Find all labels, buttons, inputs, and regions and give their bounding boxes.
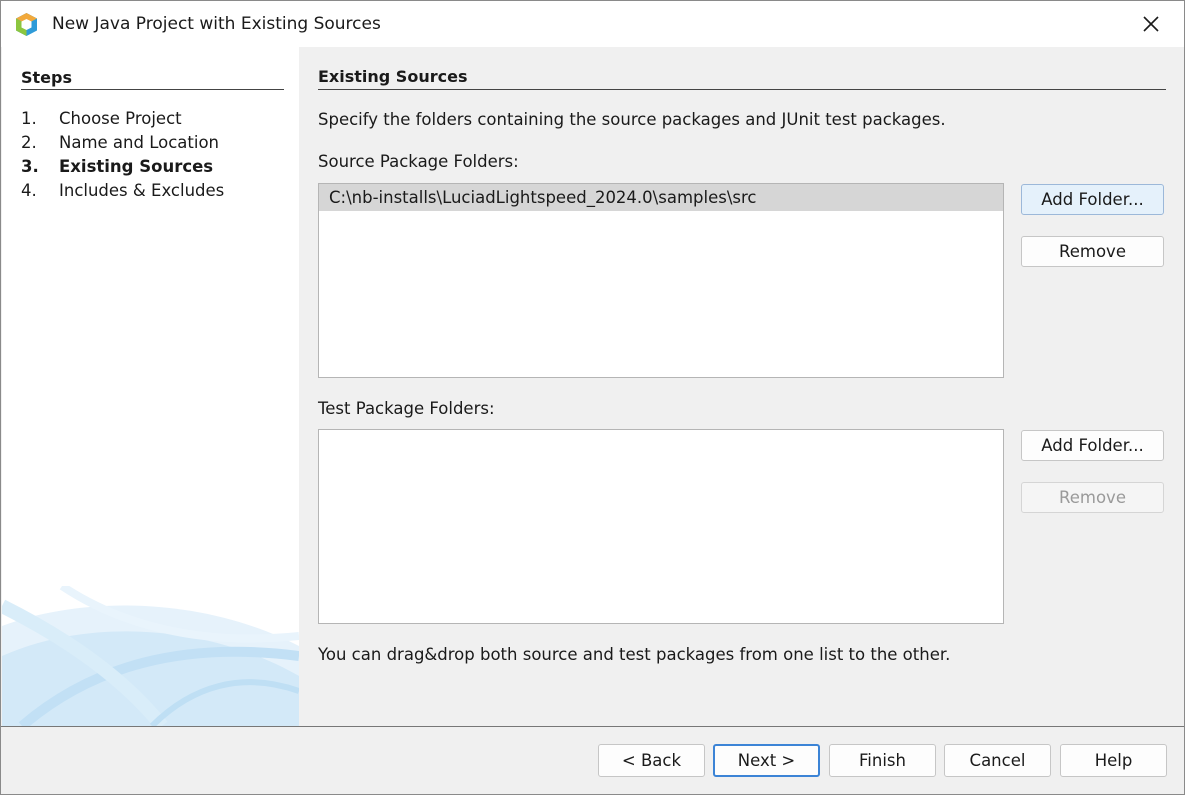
- test-add-folder-button[interactable]: Add Folder...: [1021, 430, 1164, 461]
- step-includes-excludes: 4. Includes & Excludes: [21, 181, 224, 200]
- step-label: Choose Project: [59, 109, 182, 128]
- source-remove-button[interactable]: Remove: [1021, 236, 1164, 267]
- source-add-folder-button[interactable]: Add Folder...: [1021, 184, 1164, 215]
- step-number: 2.: [21, 133, 37, 152]
- close-button[interactable]: [1118, 1, 1184, 47]
- title-bar: New Java Project with Existing Sources: [1, 1, 1184, 47]
- step-number: 1.: [21, 109, 37, 128]
- source-folders-list[interactable]: C:\nb-installs\LuciadLightspeed_2024.0\s…: [318, 183, 1004, 378]
- cancel-button[interactable]: Cancel: [944, 744, 1051, 777]
- step-number: 4.: [21, 181, 37, 200]
- test-folders-list[interactable]: [318, 429, 1004, 624]
- steps-title: Steps: [21, 68, 72, 87]
- step-label: Name and Location: [59, 133, 219, 152]
- window-title: New Java Project with Existing Sources: [52, 14, 381, 34]
- step-label: Includes & Excludes: [59, 181, 225, 200]
- steps-panel: Steps 1. Choose Project 2. Name and Loca…: [2, 47, 299, 726]
- test-remove-button[interactable]: Remove: [1021, 482, 1164, 513]
- step-number: 3.: [21, 157, 39, 176]
- back-button[interactable]: < Back: [598, 744, 705, 777]
- step-label: Existing Sources: [59, 157, 214, 176]
- list-item[interactable]: C:\nb-installs\LuciadLightspeed_2024.0\s…: [319, 184, 1003, 211]
- step-name-and-location: 2. Name and Location: [21, 133, 219, 152]
- content-divider: [318, 89, 1166, 90]
- step-choose-project: 1. Choose Project: [21, 109, 182, 128]
- close-icon: [1143, 16, 1159, 32]
- dialog-window: New Java Project with Existing Sources S…: [0, 0, 1185, 795]
- content-description: Specify the folders containing the sourc…: [318, 110, 946, 129]
- drag-drop-hint: You can drag&drop both source and test p…: [318, 645, 951, 664]
- netbeans-cube-icon: [16, 13, 37, 36]
- footer-divider: [1, 726, 1184, 727]
- source-folders-label: Source Package Folders:: [318, 152, 519, 171]
- test-folders-label: Test Package Folders:: [318, 399, 495, 418]
- steps-divider: [21, 89, 284, 90]
- next-button[interactable]: Next >: [713, 744, 820, 777]
- content-heading: Existing Sources: [318, 67, 468, 86]
- help-button[interactable]: Help: [1060, 744, 1167, 777]
- step-existing-sources: 3. Existing Sources: [21, 157, 213, 176]
- decorative-swoosh-image: [2, 586, 299, 726]
- finish-button[interactable]: Finish: [829, 744, 936, 777]
